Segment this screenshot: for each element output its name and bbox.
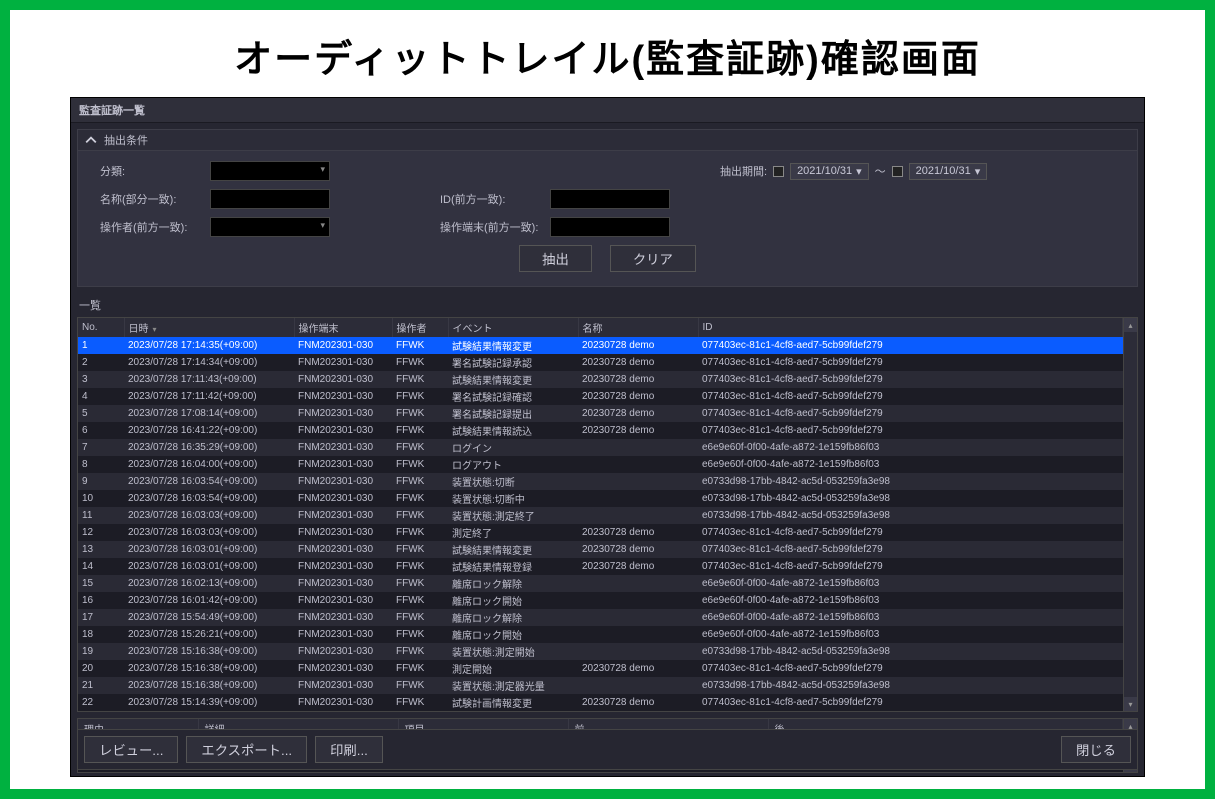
close-button[interactable]: 閉じる — [1061, 736, 1131, 763]
table-row[interactable]: 222023/07/28 15:14:39(+09:00)FNM202301-0… — [78, 694, 1123, 711]
name-label: 名称(部分一致): — [100, 191, 210, 207]
filter-panel: 抽出条件 分類: 抽出期間: 2021/10/31▾ ～ — [77, 129, 1138, 287]
grid-scrollbar[interactable]: ▴ ▾ — [1123, 318, 1137, 711]
audit-grid: No. 日時 操作端末 操作者 イベント 名称 ID 12023/07/28 1… — [77, 317, 1138, 712]
category-label: 分類: — [100, 163, 210, 179]
operator-select[interactable] — [210, 217, 330, 237]
page-title: オーディットトレイル(監査証跡)確認画面 — [10, 10, 1205, 97]
date-sep: ～ — [875, 163, 886, 179]
chevron-down-icon: ▾ — [975, 165, 981, 178]
chevron-up-icon[interactable] — [84, 133, 98, 147]
col-operator[interactable]: 操作者 — [392, 318, 448, 337]
name-input[interactable] — [210, 189, 330, 209]
table-row[interactable]: 62023/07/28 16:41:22(+09:00)FNM202301-03… — [78, 422, 1123, 439]
clear-button[interactable]: クリア — [610, 245, 696, 272]
date-to-picker[interactable]: 2021/10/31▾ — [909, 163, 988, 180]
table-row[interactable]: 12023/07/28 17:14:35(+09:00)FNM202301-03… — [78, 337, 1123, 354]
chevron-down-icon: ▾ — [856, 165, 862, 178]
window-titlebar: 監査証跡一覧 — [71, 98, 1144, 123]
col-id[interactable]: ID — [698, 318, 1123, 337]
terminal-input[interactable] — [550, 217, 670, 237]
table-row[interactable]: 92023/07/28 16:03:54(+09:00)FNM202301-03… — [78, 473, 1123, 490]
table-row[interactable]: 102023/07/28 16:03:54(+09:00)FNM202301-0… — [78, 490, 1123, 507]
id-input[interactable] — [550, 189, 670, 209]
export-button[interactable]: エクスポート... — [186, 736, 307, 763]
table-row[interactable]: 192023/07/28 15:16:38(+09:00)FNM202301-0… — [78, 643, 1123, 660]
table-row[interactable]: 182023/07/28 15:26:21(+09:00)FNM202301-0… — [78, 626, 1123, 643]
print-button[interactable]: 印刷... — [315, 736, 383, 763]
table-row[interactable]: 172023/07/28 15:54:49(+09:00)FNM202301-0… — [78, 609, 1123, 626]
table-row[interactable]: 22023/07/28 17:14:34(+09:00)FNM202301-03… — [78, 354, 1123, 371]
filter-header-label: 抽出条件 — [104, 132, 148, 148]
table-row[interactable]: 152023/07/28 16:02:13(+09:00)FNM202301-0… — [78, 575, 1123, 592]
table-row[interactable]: 162023/07/28 16:01:42(+09:00)FNM202301-0… — [78, 592, 1123, 609]
table-row[interactable]: 52023/07/28 17:08:14(+09:00)FNM202301-03… — [78, 405, 1123, 422]
table-row[interactable]: 202023/07/28 15:16:38(+09:00)FNM202301-0… — [78, 660, 1123, 677]
extract-button[interactable]: 抽出 — [519, 245, 592, 272]
date-from-picker[interactable]: 2021/10/31▾ — [790, 163, 869, 180]
list-label: 一覧 — [77, 293, 1138, 317]
scroll-up-icon[interactable]: ▴ — [1124, 318, 1137, 332]
id-label: ID(前方一致): — [440, 191, 550, 207]
date-from-checkbox[interactable] — [773, 166, 784, 177]
table-row[interactable]: 142023/07/28 16:03:01(+09:00)FNM202301-0… — [78, 558, 1123, 575]
col-no[interactable]: No. — [78, 318, 124, 337]
col-event[interactable]: イベント — [448, 318, 578, 337]
terminal-label: 操作端末(前方一致): — [440, 219, 550, 235]
table-row[interactable]: 72023/07/28 16:35:29(+09:00)FNM202301-03… — [78, 439, 1123, 456]
col-datetime[interactable]: 日時 — [124, 318, 294, 337]
table-row[interactable]: 112023/07/28 16:03:03(+09:00)FNM202301-0… — [78, 507, 1123, 524]
category-select[interactable] — [210, 161, 330, 181]
review-button[interactable]: レビュー... — [84, 736, 178, 763]
table-row[interactable]: 32023/07/28 17:11:43(+09:00)FNM202301-03… — [78, 371, 1123, 388]
filter-header[interactable]: 抽出条件 — [78, 130, 1137, 151]
table-row[interactable]: 42023/07/28 17:11:42(+09:00)FNM202301-03… — [78, 388, 1123, 405]
grid-header-row[interactable]: No. 日時 操作端末 操作者 イベント 名称 ID — [78, 318, 1123, 337]
app-window: 監査証跡一覧 抽出条件 分類: 抽出期間: — [70, 97, 1145, 777]
scroll-down-icon[interactable]: ▾ — [1124, 697, 1137, 711]
table-row[interactable]: 212023/07/28 15:16:38(+09:00)FNM202301-0… — [78, 677, 1123, 694]
table-row[interactable]: 132023/07/28 16:03:01(+09:00)FNM202301-0… — [78, 541, 1123, 558]
bottom-bar: レビュー... エクスポート... 印刷... 閉じる — [77, 729, 1138, 770]
period-label: 抽出期間: — [720, 163, 767, 179]
table-row[interactable]: 122023/07/28 16:03:03(+09:00)FNM202301-0… — [78, 524, 1123, 541]
date-to-checkbox[interactable] — [892, 166, 903, 177]
table-row[interactable]: 82023/07/28 16:04:00(+09:00)FNM202301-03… — [78, 456, 1123, 473]
col-name[interactable]: 名称 — [578, 318, 698, 337]
col-terminal[interactable]: 操作端末 — [294, 318, 392, 337]
operator-label: 操作者(前方一致): — [100, 219, 210, 235]
